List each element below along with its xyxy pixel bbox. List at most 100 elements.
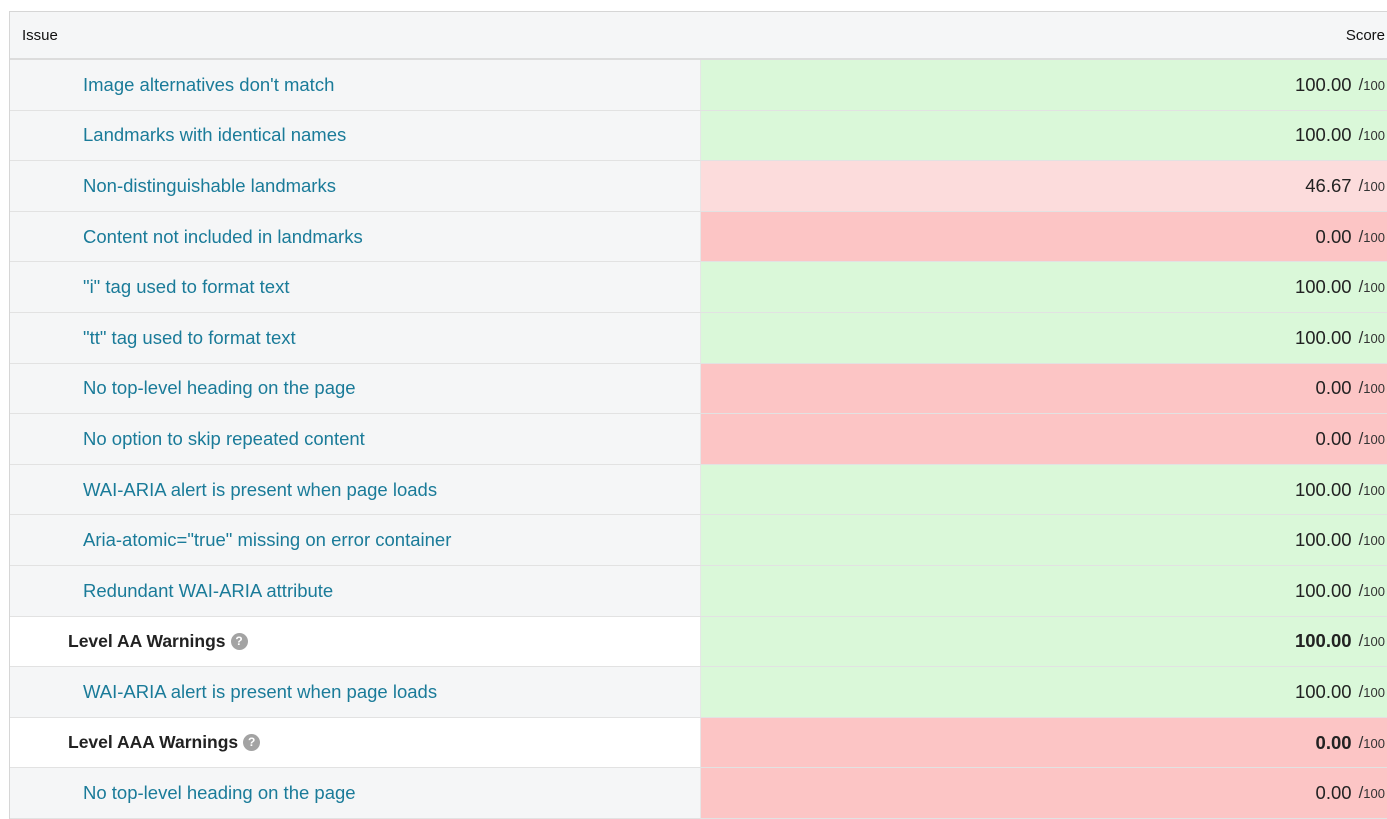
score-max-value: 100: [1363, 381, 1385, 397]
issue-column-header[interactable]: Issue: [10, 27, 701, 44]
score-max: /100: [1358, 479, 1385, 499]
score-cell: 0.00/100: [701, 363, 1387, 414]
score-cell: 100.00/100: [701, 464, 1387, 515]
score-max-value: 100: [1363, 684, 1385, 700]
score-max: /100: [1358, 428, 1385, 448]
issue-cell: "i" tag used to format text: [10, 262, 701, 312]
help-icon[interactable]: ?: [243, 734, 261, 752]
score-value: 0.00: [1315, 427, 1352, 449]
help-icon[interactable]: ?: [230, 632, 248, 650]
score-max-value: 100: [1363, 634, 1385, 650]
score-max: /100: [1358, 783, 1385, 803]
issue-link[interactable]: Aria-atomic="true" missing on error cont…: [10, 529, 451, 551]
score-cell: 100.00/100: [701, 262, 1387, 312]
issue-cell: WAI-ARIA alert is present when page load…: [10, 464, 701, 515]
issue-link[interactable]: WAI-ARIA alert is present when page load…: [10, 479, 437, 501]
issue-cell: Landmarks with identical names: [10, 110, 701, 161]
score-max: /100: [1358, 631, 1385, 651]
score-max-value: 100: [1363, 178, 1385, 194]
table-row: No option to skip repeated content 0.00/1…: [10, 414, 1387, 465]
score-value: 0.00: [1315, 782, 1352, 804]
score-max-value: 100: [1363, 583, 1385, 599]
issue-link[interactable]: Landmarks with identical names: [10, 124, 346, 146]
issue-link[interactable]: Non-distinguishable landmarks: [10, 175, 336, 197]
score-value: 0.00: [1315, 225, 1352, 247]
table-row: Image alternatives don't match 100.00/100: [10, 60, 1387, 111]
issue-cell: Content not included in landmarks: [10, 211, 701, 262]
table-row: Non-distinguishable landmarks 46.67/100: [10, 161, 1387, 212]
score-value: 46.67: [1305, 174, 1352, 196]
score-max: /100: [1358, 125, 1385, 145]
score-max: /100: [1358, 175, 1385, 195]
table-row: Content not included in landmarks 0.00/10…: [10, 211, 1387, 263]
score-max: /100: [1358, 74, 1385, 94]
table-row: WAI-ARIA alert is present when page load…: [10, 667, 1387, 718]
issue-cell: Image alternatives don't match: [10, 60, 701, 110]
issue-link[interactable]: No option to skip repeated content: [10, 428, 365, 450]
score-max-value: 100: [1363, 786, 1385, 802]
score-max-value: 100: [1363, 330, 1385, 346]
score-max: /100: [1358, 226, 1385, 246]
score-cell: 100.00/100: [701, 667, 1387, 717]
score-max: /100: [1358, 277, 1385, 297]
score-value: 100.00: [1294, 478, 1352, 500]
score-value: 100.00: [1294, 73, 1352, 95]
score-max-value: 100: [1363, 280, 1385, 296]
score-value: 100.00: [1294, 680, 1352, 702]
score-max-value: 100: [1363, 735, 1385, 751]
issue-cell: Level AA Warnings?: [10, 616, 701, 667]
score-cell: 0.00/100: [701, 768, 1387, 818]
level-title-text: Level AAA Warnings: [68, 732, 239, 753]
score-max: /100: [1358, 732, 1385, 752]
table-row: "tt" tag used to format text 100.00/100: [10, 312, 1387, 364]
table-row: No top-level heading on the page 0.00/100: [10, 363, 1387, 415]
score-cell: 0.00/100: [701, 717, 1387, 768]
issue-cell: Redundant WAI-ARIA attribute: [10, 565, 701, 616]
table-row: WAI-ARIA alert is present when page load…: [10, 464, 1387, 516]
score-column-header[interactable]: Score: [701, 27, 1387, 44]
score-value: 100.00: [1294, 630, 1352, 652]
score-value: 100.00: [1294, 529, 1352, 551]
score-max-value: 100: [1363, 128, 1385, 144]
issue-cell: Level AAA Warnings?: [10, 717, 701, 768]
issue-cell: No option to skip repeated content: [10, 414, 701, 464]
issue-link[interactable]: Content not included in landmarks: [10, 226, 363, 248]
score-max: /100: [1358, 580, 1385, 600]
score-cell: 100.00/100: [701, 110, 1387, 161]
level-row: Level AA Warnings? 100.00/100: [10, 616, 1387, 668]
score-cell: 0.00/100: [701, 211, 1387, 262]
issue-link[interactable]: Redundant WAI-ARIA attribute: [10, 580, 333, 602]
issue-cell: Aria-atomic="true" missing on error cont…: [10, 515, 701, 565]
issue-cell: WAI-ARIA alert is present when page load…: [10, 667, 701, 717]
level-title: Level AA Warnings?: [10, 631, 248, 652]
score-max: /100: [1358, 327, 1385, 347]
issue-link[interactable]: WAI-ARIA alert is present when page load…: [10, 681, 437, 703]
score-value: 100.00: [1294, 276, 1352, 298]
score-max-value: 100: [1363, 482, 1385, 498]
issue-cell: No top-level heading on the page: [10, 768, 701, 818]
issue-link[interactable]: No top-level heading on the page: [10, 782, 356, 804]
score-cell: 100.00/100: [701, 616, 1387, 667]
issue-link[interactable]: "tt" tag used to format text: [10, 327, 296, 349]
score-value: 100.00: [1294, 124, 1352, 146]
table-row: Aria-atomic="true" missing on error cont…: [10, 515, 1387, 566]
issue-link[interactable]: No top-level heading on the page: [10, 377, 356, 399]
issue-link[interactable]: "i" tag used to format text: [10, 276, 289, 298]
table-row: No top-level heading on the page 0.00/100: [10, 768, 1387, 819]
table-row: "i" tag used to format text 100.00/100: [10, 262, 1387, 313]
score-max-value: 100: [1363, 77, 1385, 93]
issues-table: Issue Score Image alternatives don't mat…: [9, 11, 1387, 819]
table-body: Image alternatives don't match 100.00/100…: [10, 60, 1387, 819]
issue-cell: "tt" tag used to format text: [10, 312, 701, 363]
table-row: Landmarks with identical names 100.00/100: [10, 110, 1387, 162]
level-title-text: Level AA Warnings: [68, 630, 226, 651]
score-value: 0.00: [1315, 377, 1352, 399]
table-header: Issue Score: [10, 12, 1387, 60]
score-value: 0.00: [1315, 731, 1352, 753]
level-title: Level AAA Warnings?: [10, 732, 261, 753]
issue-link[interactable]: Image alternatives don't match: [10, 74, 334, 96]
score-cell: 0.00/100: [701, 414, 1387, 464]
table-row: Redundant WAI-ARIA attribute 100.00/100: [10, 565, 1387, 617]
score-cell: 100.00/100: [701, 515, 1387, 565]
score-cell: 100.00/100: [701, 565, 1387, 616]
